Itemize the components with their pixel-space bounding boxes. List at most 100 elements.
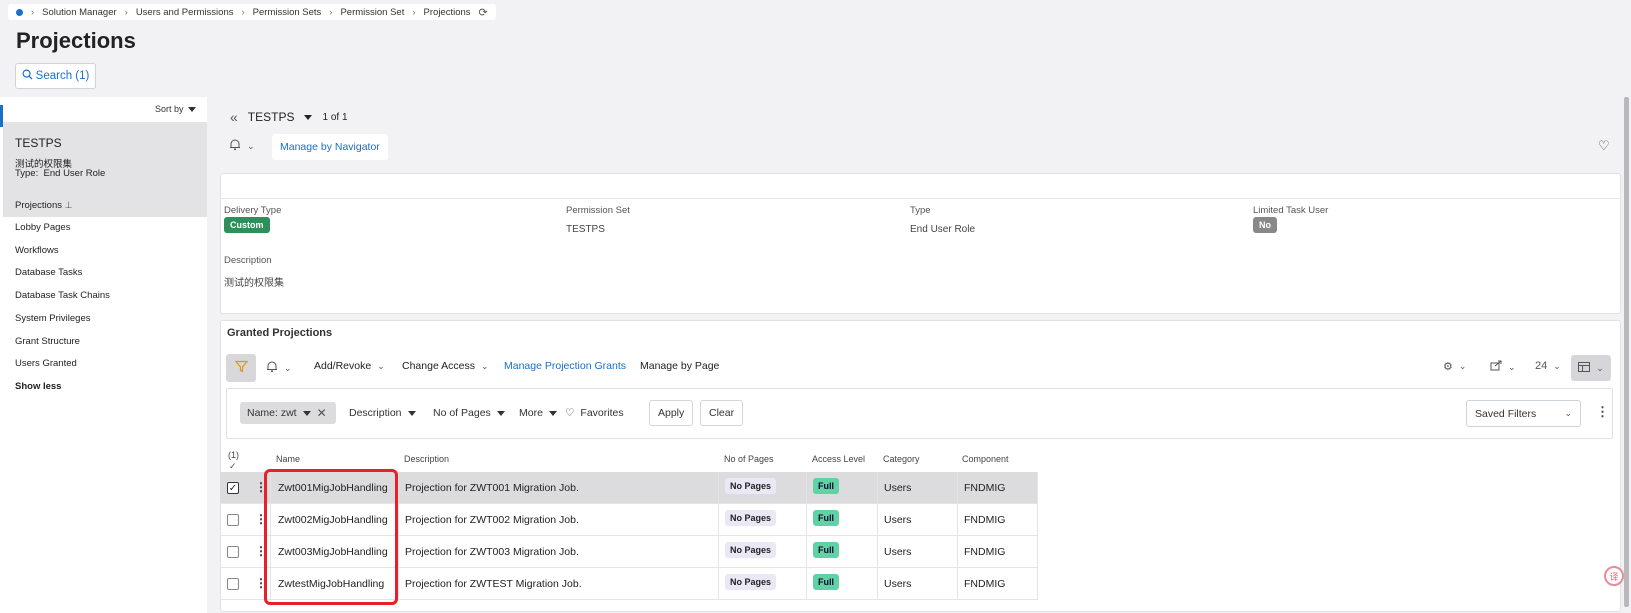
saved-filters-select[interactable]: Saved Filters ⌄ bbox=[1466, 400, 1581, 427]
cell-category: Users bbox=[884, 546, 912, 558]
sidebar-item-database-tasks[interactable]: Database Tasks bbox=[15, 267, 82, 278]
record-card-type-value: End User Role bbox=[43, 168, 106, 179]
export-dropdown[interactable]: ⌄ bbox=[1490, 360, 1516, 374]
refresh-icon[interactable]: ⟳ bbox=[479, 6, 488, 19]
cell-component: FNDMIG bbox=[964, 546, 1006, 558]
table-view-button[interactable]: ⌄ bbox=[1571, 355, 1611, 381]
sidebar-item-system-privileges[interactable]: System Privileges bbox=[15, 313, 91, 324]
no-pages-badge: No Pages bbox=[725, 574, 777, 590]
row-checkbox[interactable] bbox=[227, 514, 239, 526]
sidebar-item-lobby-pages[interactable]: Lobby Pages bbox=[15, 222, 70, 233]
favorites-filter[interactable]: ♡ Favorites bbox=[565, 407, 624, 419]
change-access-label: Change Access bbox=[402, 360, 475, 372]
column-divider bbox=[806, 472, 807, 600]
breadcrumb-item[interactable]: Users and Permissions bbox=[136, 7, 234, 18]
more-filters[interactable]: More bbox=[519, 407, 557, 419]
page-size-dropdown[interactable]: 24 ⌄ bbox=[1535, 360, 1561, 372]
column-header-no-of-pages[interactable]: No of Pages bbox=[724, 454, 774, 464]
column-divider bbox=[718, 472, 719, 600]
breadcrumb: › Solution Manager › Users and Permissio… bbox=[8, 4, 496, 20]
caret-down-icon bbox=[496, 410, 505, 416]
record-name[interactable]: TESTPS bbox=[248, 110, 295, 124]
sidebar-item-workflows[interactable]: Workflows bbox=[15, 245, 59, 256]
sort-by-dropdown[interactable]: Sort by bbox=[155, 104, 196, 114]
apply-button[interactable]: Apply bbox=[649, 400, 694, 426]
breadcrumb-item[interactable]: Permission Sets bbox=[253, 7, 322, 18]
selected-count-value: (1) bbox=[228, 450, 239, 460]
column-header-name[interactable]: Name bbox=[276, 454, 300, 464]
search-button[interactable]: Search (1) bbox=[15, 63, 96, 89]
cell-component: FNDMIG bbox=[964, 514, 1006, 526]
chevron-down-icon: ⌄ bbox=[1553, 360, 1561, 371]
table-icon bbox=[1578, 361, 1591, 375]
chevron-right-icon: › bbox=[241, 6, 245, 18]
cell-category: Users bbox=[884, 482, 912, 494]
clear-button[interactable]: Clear bbox=[700, 400, 744, 426]
delivery-type-label: Delivery Type bbox=[224, 205, 282, 216]
breadcrumb-item[interactable]: Solution Manager bbox=[42, 7, 116, 18]
sidebar-item-grant-structure[interactable]: Grant Structure bbox=[15, 336, 80, 347]
permission-set-label: Permission Set bbox=[566, 205, 630, 216]
saved-filters-label: Saved Filters bbox=[1475, 407, 1537, 420]
type-label: Type bbox=[910, 205, 931, 216]
chevron-right-icon: › bbox=[124, 6, 128, 18]
more-options-icon[interactable]: ⋮ bbox=[1596, 404, 1609, 420]
record-card-type: Type: End User Role bbox=[15, 168, 105, 179]
access-level-badge: Full bbox=[813, 478, 839, 494]
chevron-down-icon: ⌄ bbox=[1458, 361, 1467, 371]
chevron-down-icon: ⌄ bbox=[1564, 408, 1572, 418]
notification-dropdown[interactable]: ⌄ bbox=[229, 138, 255, 154]
limited-task-user-badge: No bbox=[1253, 217, 1277, 233]
column-header-component[interactable]: Component bbox=[962, 454, 1009, 464]
page-title: Projections bbox=[16, 28, 136, 53]
cell-description: Projection for ZWTEST Migration Job. bbox=[405, 578, 582, 590]
access-level-badge: Full bbox=[813, 542, 839, 558]
manage-projection-grants-button[interactable]: Manage Projection Grants bbox=[504, 360, 626, 372]
manage-by-page-button[interactable]: Manage by Page bbox=[640, 360, 719, 372]
settings-dropdown[interactable]: ⚙ ⌄ bbox=[1443, 360, 1466, 373]
more-filters-label: More bbox=[519, 407, 543, 419]
row-checkbox[interactable] bbox=[227, 578, 239, 590]
caret-down-icon[interactable] bbox=[304, 114, 313, 120]
breadcrumb-item[interactable]: Permission Set bbox=[340, 7, 404, 18]
cell-description: Projection for ZWT001 Migration Job. bbox=[405, 482, 579, 494]
show-less-link[interactable]: Show less bbox=[15, 381, 61, 392]
sidebar-item-database-task-chains[interactable]: Database Task Chains bbox=[15, 290, 110, 301]
column-header-access-level[interactable]: Access Level bbox=[812, 454, 865, 464]
row-checkbox[interactable] bbox=[227, 546, 239, 558]
favorite-heart-icon[interactable]: ♡ bbox=[1598, 138, 1610, 154]
scrollbar[interactable] bbox=[1624, 97, 1629, 607]
filter-toggle-button[interactable] bbox=[226, 354, 256, 382]
translate-icon[interactable]: 译 bbox=[1604, 566, 1624, 586]
description-filter[interactable]: Description bbox=[349, 407, 416, 419]
home-icon[interactable] bbox=[16, 8, 23, 16]
no-of-pages-filter[interactable]: No of Pages bbox=[433, 407, 505, 419]
pin-icon[interactable]: ⊥ bbox=[65, 200, 73, 210]
name-filter-chip[interactable]: Name: zwt ✕ bbox=[240, 402, 336, 424]
cell-component: FNDMIG bbox=[964, 578, 1006, 590]
select-all-check-icon[interactable]: ✓ bbox=[229, 461, 237, 472]
change-access-menu[interactable]: Change Access ⌄ bbox=[402, 360, 489, 372]
sort-by-label: Sort by bbox=[155, 104, 184, 114]
row-checkbox[interactable]: ✓ bbox=[227, 482, 239, 494]
column-header-category[interactable]: Category bbox=[883, 454, 920, 464]
sidebar-item-users-granted[interactable]: Users Granted bbox=[15, 358, 77, 369]
no-pages-badge: No Pages bbox=[725, 510, 777, 526]
description-filter-label: Description bbox=[349, 407, 402, 419]
record-count: 1 of 1 bbox=[322, 111, 348, 123]
manage-by-navigator-button[interactable]: Manage by Navigator bbox=[272, 134, 388, 160]
no-pages-badge: No Pages bbox=[725, 478, 777, 494]
cell-description: Projection for ZWT002 Migration Job. bbox=[405, 514, 579, 526]
granted-projections-title: Granted Projections bbox=[227, 327, 333, 339]
bell-icon bbox=[266, 360, 278, 376]
column-header-description[interactable]: Description bbox=[404, 454, 449, 464]
close-icon[interactable]: ✕ bbox=[317, 406, 327, 420]
collapse-sidebar-icon[interactable]: « bbox=[230, 109, 238, 125]
export-icon bbox=[1490, 360, 1502, 374]
chevron-down-icon: ⌄ bbox=[377, 360, 385, 371]
notification-dropdown-toolbar[interactable]: ⌄ bbox=[266, 360, 292, 376]
chevron-down-icon: ⌄ bbox=[247, 140, 255, 151]
record-selector: « TESTPS 1 of 1 bbox=[230, 109, 348, 125]
add-revoke-menu[interactable]: Add/Revoke ⌄ bbox=[314, 360, 385, 372]
sidebar-item-projections[interactable]: Projections ⊥ bbox=[15, 200, 72, 211]
